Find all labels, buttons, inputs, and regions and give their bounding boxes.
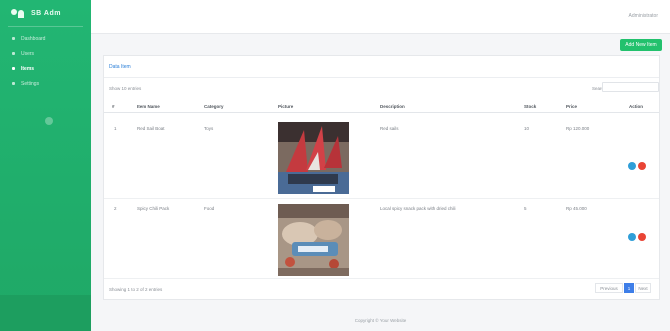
add-item-button[interactable]: Add New Item	[620, 39, 662, 51]
table-info: Showing 1 to 2 of 2 entries	[109, 287, 163, 292]
data-card: Data Item Show 10 entries Search: # Item…	[103, 55, 660, 300]
user-icon	[12, 52, 15, 55]
item-stock: 10	[524, 126, 530, 131]
column-header-stock[interactable]: Stock	[524, 104, 536, 109]
user-menu[interactable]: Administrator	[629, 13, 658, 19]
sail-boat-image	[278, 122, 349, 194]
sidebar-bottom	[0, 295, 91, 331]
search-input[interactable]	[602, 82, 659, 92]
sidebar-item-label: Dashboard	[21, 35, 46, 42]
card-divider	[104, 77, 659, 78]
show-entries-select[interactable]: Show 10 entries	[109, 86, 141, 91]
brand[interactable]: SB Adm	[0, 0, 91, 26]
item-price: Rp 45.000	[566, 206, 587, 211]
sidebar-item-settings[interactable]: Settings	[0, 76, 91, 91]
item-picture	[278, 204, 349, 276]
delete-icon[interactable]	[638, 233, 646, 241]
column-header-category[interactable]: Category	[204, 104, 224, 109]
sidebar-item-label: Users	[21, 50, 35, 57]
column-header-action: Action	[629, 104, 643, 109]
sidebar-item-items[interactable]: Items	[0, 61, 91, 76]
item-picture	[278, 122, 349, 194]
sidebar-item-dashboard[interactable]: Dashboard	[0, 31, 91, 46]
item-name: Spicy Chili Pack	[137, 206, 170, 211]
sidebar-toggle-button[interactable]	[45, 117, 53, 125]
item-name: Red Sail Boat	[137, 126, 165, 131]
column-header-number[interactable]: #	[112, 104, 115, 109]
brand-name: SB Adm	[31, 9, 61, 17]
gear-icon	[12, 82, 15, 85]
users-icon	[11, 8, 25, 18]
sidebar: SB Adm Dashboard Users Items Settings	[0, 0, 91, 331]
column-header-picture[interactable]: Picture	[278, 104, 293, 109]
topbar: Administrator	[91, 0, 670, 34]
item-category: Toys	[204, 126, 214, 131]
card-title: Data Item	[109, 64, 131, 70]
row-divider	[104, 278, 659, 279]
pagination-next[interactable]: Next	[635, 283, 651, 293]
delete-icon[interactable]	[638, 162, 646, 170]
edit-icon[interactable]	[628, 162, 636, 170]
pagination-page-current[interactable]: 1	[624, 283, 634, 293]
sidebar-item-label: Items	[21, 65, 35, 72]
table-header: # Item Name Category Picture Description…	[104, 99, 659, 113]
footer-copyright: Copyright © Your Website	[354, 318, 407, 323]
row-number: 1	[114, 126, 117, 131]
box-icon	[12, 67, 15, 70]
row-divider	[104, 198, 659, 199]
item-description: Red sails	[380, 126, 399, 131]
food-pack-image	[278, 204, 349, 276]
sidebar-item-label: Settings	[21, 80, 40, 87]
item-price: Rp 120.000	[566, 126, 590, 131]
column-header-description[interactable]: Description	[380, 104, 405, 109]
column-header-name[interactable]: Item Name	[137, 104, 160, 109]
edit-icon[interactable]	[628, 233, 636, 241]
item-category: Food	[204, 206, 215, 211]
item-stock: 5	[524, 206, 527, 211]
sidebar-divider	[8, 26, 83, 27]
pagination-previous[interactable]: Previous	[595, 283, 623, 293]
column-header-price[interactable]: Price	[566, 104, 577, 109]
item-description: Local spicy snack pack with dried chili	[380, 206, 456, 211]
row-number: 2	[114, 206, 117, 211]
dashboard-icon	[12, 37, 15, 40]
sidebar-item-users[interactable]: Users	[0, 46, 91, 61]
